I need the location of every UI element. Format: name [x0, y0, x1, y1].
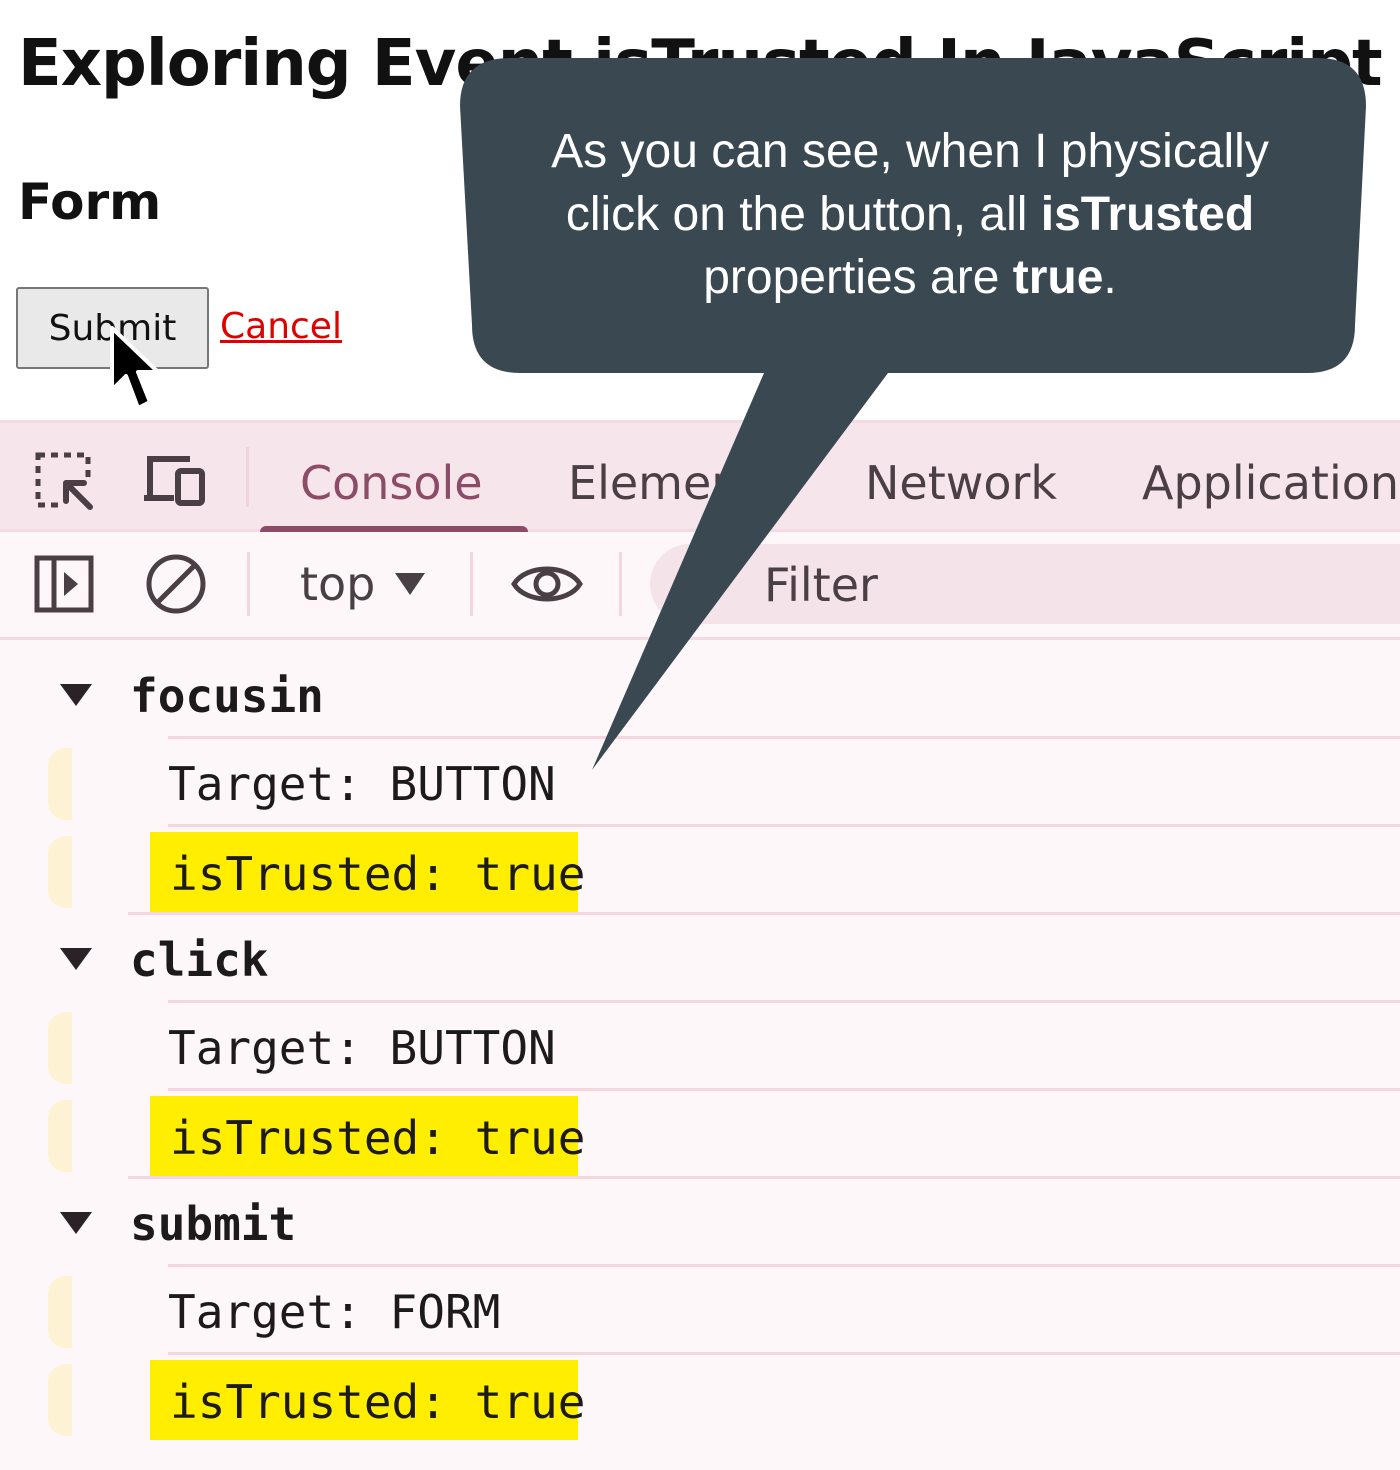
toolbar-divider: [619, 552, 622, 616]
toolbar-divider: [470, 552, 473, 616]
eye-icon[interactable]: [510, 552, 584, 616]
tabbar-divider: [246, 447, 249, 507]
cancel-link[interactable]: Cancel: [220, 305, 342, 349]
devtools-tab-bar: Console Elements Network Application: [0, 420, 1400, 535]
device-toolbar-icon[interactable]: [142, 449, 206, 513]
group-label: click: [130, 933, 269, 987]
group-label: submit: [130, 1197, 297, 1251]
clear-console-icon[interactable]: [144, 552, 208, 616]
context-selector-value: top: [300, 557, 376, 611]
console-message: isTrusted: true: [0, 1092, 1400, 1180]
console-message: isTrusted: true: [0, 1356, 1400, 1444]
disclosure-triangle-icon[interactable]: [60, 684, 92, 706]
console-message: Target: BUTTON: [0, 740, 1400, 828]
context-selector[interactable]: top: [300, 552, 426, 616]
inspect-element-icon[interactable]: [32, 449, 96, 513]
devtools-panel: Console Elements Network Application top: [0, 420, 1400, 1470]
callout-text: As you can see, when I physically click …: [551, 125, 1269, 304]
filter-box: [650, 544, 1400, 624]
target-value: Target: BUTTON: [168, 757, 556, 811]
console-message: Target: FORM: [0, 1268, 1400, 1356]
group-label: focusin: [130, 669, 324, 723]
toolbar-divider: [247, 552, 250, 616]
istrusted-value: isTrusted: true: [150, 1096, 585, 1176]
console-group-focusin[interactable]: focusin: [0, 656, 1400, 744]
disclosure-triangle-icon[interactable]: [60, 948, 92, 970]
message-gutter: [48, 1276, 72, 1348]
tab-application[interactable]: Application: [1142, 453, 1399, 513]
message-gutter: [48, 1364, 72, 1436]
console-toolbar: top: [0, 532, 1400, 640]
target-value: Target: BUTTON: [168, 1021, 556, 1075]
filter-input[interactable]: [762, 552, 1366, 618]
message-gutter: [48, 748, 72, 820]
tab-network[interactable]: Network: [865, 453, 1057, 513]
message-gutter: [48, 836, 72, 908]
tab-elements[interactable]: Elements: [568, 453, 782, 513]
message-gutter: [48, 1100, 72, 1172]
disclosure-triangle-icon[interactable]: [60, 1212, 92, 1234]
message-gutter: [48, 1012, 72, 1084]
form-heading: Form: [18, 173, 162, 231]
console-message: Target: BUTTON: [0, 1004, 1400, 1092]
mouse-pointer-icon: [110, 326, 160, 410]
tab-console[interactable]: Console: [300, 453, 483, 513]
caret-down-icon: [395, 573, 426, 595]
istrusted-value: isTrusted: true: [150, 1360, 585, 1440]
console-group-click[interactable]: click: [0, 920, 1400, 1008]
console-output: focusin Target: BUTTON isTrusted: true c…: [0, 640, 1400, 1470]
istrusted-value: isTrusted: true: [150, 832, 585, 912]
page-title: Exploring Event isTrusted In JavaScript: [18, 27, 1383, 101]
target-value: Target: FORM: [168, 1285, 501, 1339]
sidebar-toggle-icon[interactable]: [32, 552, 96, 616]
console-group-submit[interactable]: submit: [0, 1184, 1400, 1272]
console-message: isTrusted: true: [0, 828, 1400, 916]
